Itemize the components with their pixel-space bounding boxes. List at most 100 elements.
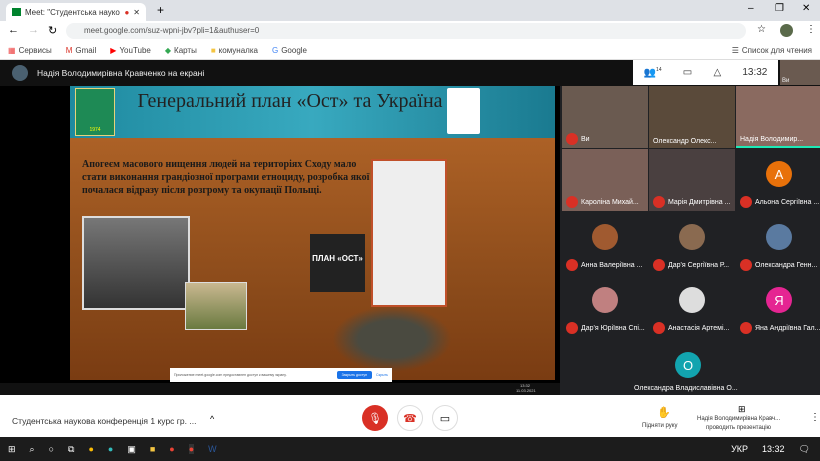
present-icon[interactable]: ⊞ [738,404,746,415]
map-image [371,159,447,307]
microphone-off-button[interactable]: 🎙 [362,405,388,431]
center-logo [447,88,480,134]
mic-muted-icon [653,196,665,208]
participant-avatar [592,224,618,250]
participant-initial-avatar: О [675,352,701,378]
participant-tile[interactable]: Марія Дмитрівна ... [649,149,735,211]
chat-icon[interactable]: ▭ [683,67,692,78]
start-icon[interactable]: ⊞ [8,444,16,455]
participant-tile[interactable]: А Альона Сергіївна ... [736,149,820,211]
chrome-active-icon[interactable]: ● [188,444,195,454]
reading-list-icon: ☰ [731,45,739,55]
participant-tile[interactable]: Надія Володимир... [736,86,820,148]
apps-grid-icon: ▦ [8,45,16,55]
participant-tile[interactable]: Дар'я Юріївна Спі... [562,275,648,337]
tank-image [332,306,452,372]
recording-icon: ● [124,7,130,17]
cortana-icon[interactable]: ○ [49,444,54,454]
meeting-title[interactable]: Студентська наукова конференція 1 курс г… [12,416,196,426]
bookmark-google[interactable]: G Google [272,46,307,55]
stop-sharing-button[interactable]: Закрыть доступ [336,371,373,379]
mic-muted-icon [566,196,578,208]
participant-name: Дар'я Юріївна Спі... [566,322,645,334]
participant-avatar [766,224,792,250]
windows-taskbar: ⊞ ⌕ ○ ⧉ ● ● ▣ ■ ● ● W УКР 13:32 🗨 [0,437,820,461]
participant-tile[interactable]: Кароліна Михай... [562,149,648,211]
reload-icon[interactable]: ↻ [48,24,57,37]
mic-muted-icon [566,322,578,334]
leave-call-button[interactable]: ☎ [397,405,423,431]
bookmark-youtube[interactable]: ▶ YouTube [110,46,151,55]
bookmark-maps[interactable]: ◆ Карты [165,46,197,55]
new-tab-button[interactable]: + [157,3,164,17]
taskbar-clock: 13:32 [762,444,785,454]
self-view: Ви [780,60,820,85]
participant-name: Ви [566,133,590,145]
participant-tile[interactable]: О Олександра Владиславівна О... [630,338,753,395]
participant-name: Надія Володимир... [740,136,804,143]
participant-initial-avatar: А [766,161,792,187]
minimize-button[interactable]: – [748,3,754,14]
participant-tile[interactable]: Анастасія Артемі... [649,275,735,337]
edge-icon[interactable]: ● [108,444,113,454]
bookmarks-bar: ▦ Сервисы M Gmail ▶ YouTube ◆ Карты ■ комунал… [0,41,820,60]
clock: 13:32 [742,67,768,78]
camera-button[interactable]: ▭ [432,405,458,431]
close-window-button[interactable]: ✕ [802,3,810,14]
hide-button[interactable]: Скрыть [376,373,388,377]
menu-icon[interactable]: ⋮ [806,24,816,35]
participant-tile[interactable]: Олександр Олекс... [649,86,735,148]
shared-taskbar: 13:32 11.03.2021 [0,383,560,395]
chrome-icon-2[interactable]: ● [169,444,174,454]
meet-controls-bar: Студентська наукова конференція 1 курс г… [0,395,820,437]
university-logo: 1974 [75,88,115,136]
url-field[interactable]: meet.google.com/suz-wpni-jbv?pli=1&authu… [66,23,746,39]
book-cover: ПЛАН «ОСТ» [310,234,365,292]
task-view-icon[interactable]: ⧉ [68,444,74,455]
bookmark-apps[interactable]: ▦ Сервисы [8,46,52,55]
participant-tile[interactable]: Ви [562,86,648,148]
search-icon[interactable]: ⌕ [30,444,35,455]
youtube-icon: ▶ [110,45,117,55]
reading-list[interactable]: ☰ Список для чтения [732,46,812,55]
participants-button[interactable]: 👥14 [644,67,662,78]
browser-tab[interactable]: Meet: "Студентська науков ● ✕ [6,3,146,21]
raise-hand-button[interactable]: Підняти руку [642,423,677,429]
more-options-icon[interactable]: ⋮ [810,412,820,423]
participant-tile[interactable]: Анна Валеріївна ... [562,212,648,274]
presenter-avatar [12,65,28,81]
notifications-icon[interactable]: 🗨 [799,444,810,455]
bookmark-folder[interactable]: ■ комуналка [211,46,258,55]
close-tab-icon[interactable]: ✕ [133,8,140,17]
participant-tile[interactable]: Дар'я Сергіївна Р... [649,212,735,274]
taskbar-lang[interactable]: УКР [731,444,748,454]
chrome-icon[interactable]: ● [88,444,93,454]
participant-avatar [592,287,618,313]
meet-header: Надія Володимирівна Кравченко на екрані … [0,60,820,86]
presentation-slide: 1974 Генеральний план «Ост» та Україна А… [70,86,555,380]
restore-button[interactable]: ❐ [775,3,784,14]
forward-icon[interactable]: → [28,24,39,36]
slide-text: Апогеєм масового нищення людей на терито… [82,159,370,196]
participant-tile[interactable]: Олександра Генн... [736,212,820,274]
raise-hand-icon[interactable]: ✋ [657,406,671,419]
participant-name: Яна Андріївна Гал... [740,322,820,334]
field-photo [185,282,247,330]
explorer-icon[interactable]: ■ [150,444,155,454]
screen-share-banner: Приложение meet.google.com предоставлен … [170,368,392,382]
profile-avatar[interactable] [780,24,793,37]
back-icon[interactable]: ← [8,24,19,36]
activities-icon[interactable]: △ [713,67,721,78]
store-icon[interactable]: ▣ [127,444,136,455]
gmail-icon: M [65,45,73,55]
word-icon[interactable]: W [208,444,217,454]
maps-icon: ◆ [164,45,172,55]
meeting-details-chevron-icon[interactable]: ^ [210,414,214,424]
bookmark-gmail[interactable]: M Gmail [66,46,97,55]
participant-name: Олександра Генн... [740,259,817,271]
browser-tab-bar: Meet: "Студентська науков ● ✕ + – ❐ ✕ [0,0,820,21]
participant-avatar [679,287,705,313]
participant-tile[interactable]: Я Яна Андріївна Гал... [736,275,820,337]
star-icon[interactable]: ☆ [757,24,766,35]
participant-name: Дар'я Сергіївна Р... [653,259,729,271]
